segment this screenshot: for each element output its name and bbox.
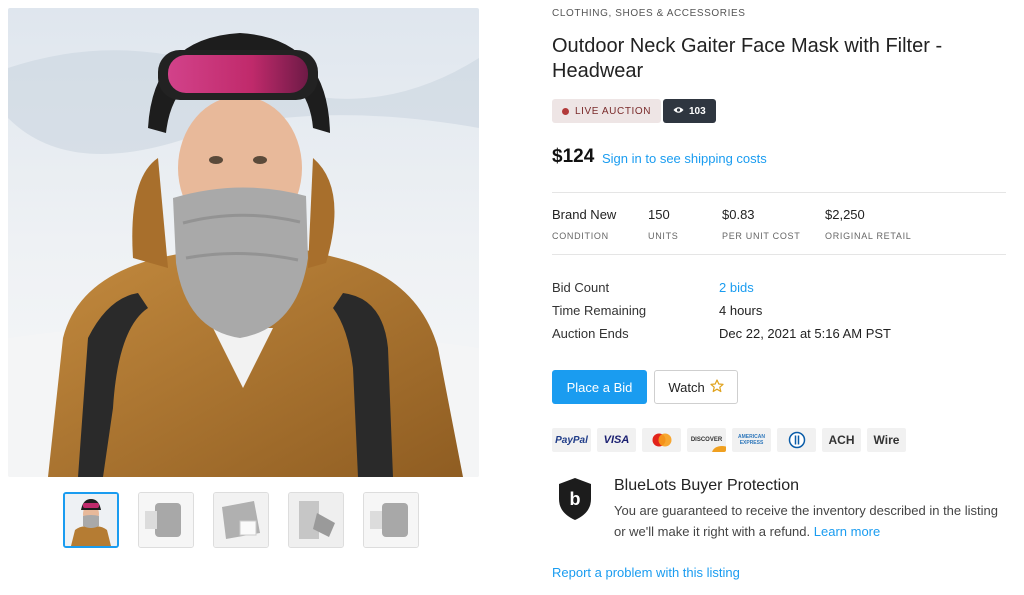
thumbnail-3[interactable] [213, 492, 269, 548]
product-title: Outdoor Neck Gaiter Face Mask with Filte… [552, 35, 943, 82]
discover-icon: DISCOVER [687, 428, 726, 452]
auction-ends-label: Auction Ends [552, 326, 629, 341]
spec-unit-cost: $0.83 PER UNIT COST [722, 207, 800, 241]
thumbnail-strip [63, 492, 419, 548]
paypal-icon: PayPal [552, 428, 591, 452]
amex-icon: AMERICAN EXPRESS [732, 428, 771, 452]
star-icon [710, 378, 724, 396]
spec-value: Brand New [552, 207, 617, 222]
views-badge: 103 [663, 99, 716, 123]
spec-value: $0.83 [722, 207, 755, 222]
spec-label: CONDITION [552, 231, 609, 241]
shipping-link[interactable]: Sign in to see shipping costs [602, 151, 767, 166]
time-remaining-label: Time Remaining [552, 303, 647, 318]
diners-icon [777, 428, 816, 452]
payment-methods: PayPal VISA DISCOVER AMERICAN EXPRESS AC… [552, 428, 906, 452]
protection-title: BlueLots Buyer Protection [614, 477, 799, 494]
views-count: 103 [689, 105, 706, 117]
svg-text:b: b [570, 489, 581, 509]
live-auction-badge: LIVE AUCTION [552, 99, 662, 123]
paypal-label: PayPal [555, 434, 588, 446]
discover-label: DISCOVER [690, 437, 723, 443]
time-remaining-value: 4 hours [719, 303, 763, 318]
main-product-image[interactable] [8, 8, 479, 477]
thumbnail-2[interactable] [138, 492, 194, 548]
auction-ends-value: Dec 22, 2021 at 5:16 AM PST [719, 326, 891, 341]
live-dot-icon [562, 107, 569, 115]
spec-units: 150 UNITS [648, 207, 679, 241]
protection-text-block: You are guaranteed to receive the invent… [614, 500, 999, 542]
live-auction-label: LIVE AUCTION [575, 105, 652, 117]
divider [552, 254, 1006, 255]
ach-label: ACH [828, 433, 855, 447]
spec-original-retail: $2,250 ORIGINAL RETAIL [825, 207, 912, 241]
spec-label: UNITS [648, 231, 679, 241]
category-label[interactable]: CLOTHING, SHOES & ACCESSORIES [552, 8, 746, 19]
visa-label: VISA [603, 434, 630, 446]
bid-count-link[interactable]: 2 bids [719, 280, 754, 295]
spec-condition: Brand New CONDITION [552, 207, 616, 241]
bid-count-label: Bid Count [552, 280, 610, 295]
divider [552, 192, 1006, 193]
spec-label: PER UNIT COST [722, 231, 801, 241]
thumbnail-5[interactable] [363, 492, 419, 548]
price: $124 [552, 146, 595, 167]
spec-label: ORIGINAL RETAIL [825, 231, 912, 241]
spec-value: $2,250 [825, 207, 865, 222]
protection-description: You are guaranteed to receive the invent… [614, 503, 998, 539]
wire-icon: Wire [867, 428, 906, 452]
place-bid-button[interactable]: Place a Bid [552, 370, 647, 404]
report-problem-link[interactable]: Report a problem with this listing [552, 565, 740, 580]
wire-label: Wire [873, 433, 900, 447]
learn-more-link[interactable]: Learn more [814, 524, 880, 539]
shield-logo-icon: b [557, 477, 593, 526]
ach-icon: ACH [822, 428, 861, 452]
spec-value: 150 [648, 207, 670, 222]
watch-label: Watch [668, 379, 705, 395]
thumbnail-1[interactable] [63, 492, 119, 548]
watch-button[interactable]: Watch [654, 370, 738, 404]
visa-icon: VISA [597, 428, 636, 452]
thumbnail-4[interactable] [288, 492, 344, 548]
mastercard-icon [642, 428, 681, 452]
amex-label: AMERICAN EXPRESS [738, 434, 765, 446]
eye-icon [673, 106, 684, 117]
